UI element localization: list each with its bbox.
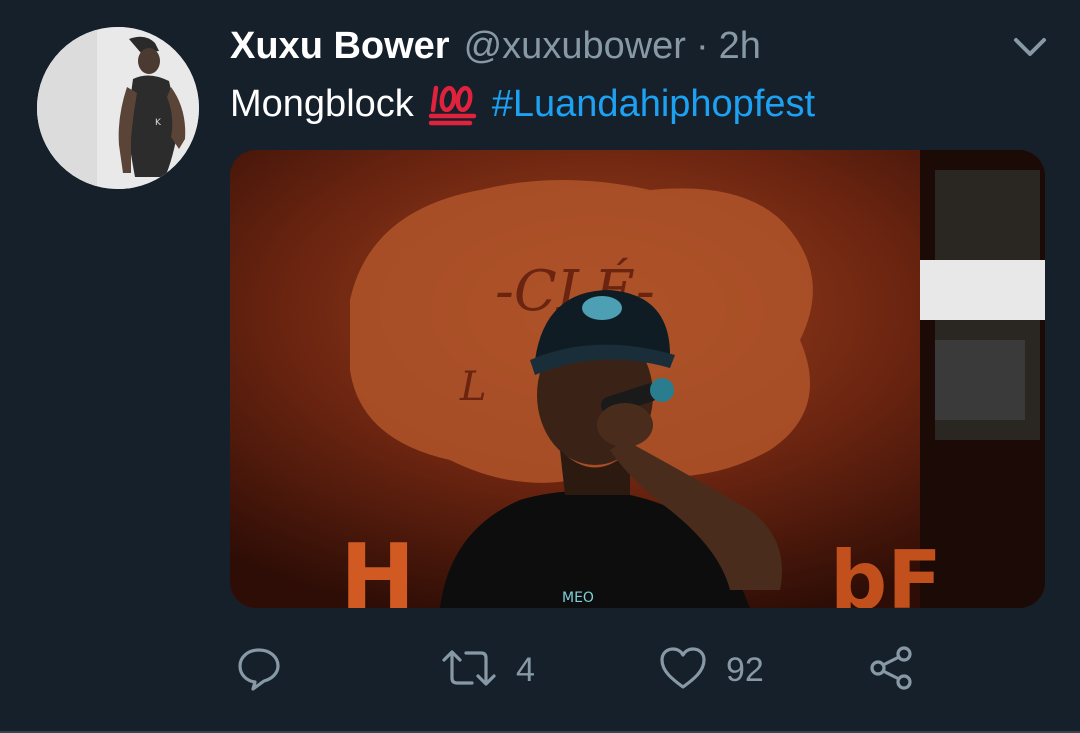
like-button[interactable]: 92	[658, 640, 764, 700]
tweet-header: Xuxu Bower @xuxubower · 2h	[230, 18, 761, 74]
tweet-text: Mongblock #Luandahiphopfest	[230, 78, 815, 130]
user-handle[interactable]: @xuxubower	[464, 25, 686, 68]
svg-text:MEO: MEO	[562, 590, 594, 606]
tweet-media-photo[interactable]: -CLÉ- L H bF MEO	[230, 150, 1045, 608]
svg-text:bF: bF	[830, 534, 942, 608]
reply-icon	[236, 645, 282, 696]
svg-text:H: H	[340, 525, 415, 608]
like-count: 92	[726, 650, 764, 689]
heart-icon	[658, 645, 708, 696]
display-name[interactable]: Xuxu Bower	[230, 25, 450, 68]
share-icon	[868, 644, 916, 697]
tweet-card[interactable]: K Xuxu Bower @xuxubower · 2h Mongblock #…	[0, 0, 1080, 733]
share-button[interactable]	[868, 640, 916, 700]
reply-button[interactable]	[236, 640, 300, 700]
retweet-button[interactable]: 4	[440, 640, 535, 700]
tweet-body-text: Mongblock	[230, 82, 414, 125]
retweet-icon	[440, 646, 498, 695]
chevron-down-icon[interactable]	[1012, 34, 1048, 60]
tweet-action-bar: 4 92	[0, 640, 1080, 700]
hashtag-link[interactable]: #Luandahiphopfest	[492, 83, 815, 126]
separator-dot: ·	[695, 24, 709, 67]
svg-text:L: L	[459, 364, 487, 410]
avatar[interactable]: K	[37, 27, 199, 189]
retweet-count: 4	[516, 650, 535, 689]
timestamp[interactable]: 2h	[719, 25, 761, 68]
hundred-points-icon	[428, 82, 478, 126]
